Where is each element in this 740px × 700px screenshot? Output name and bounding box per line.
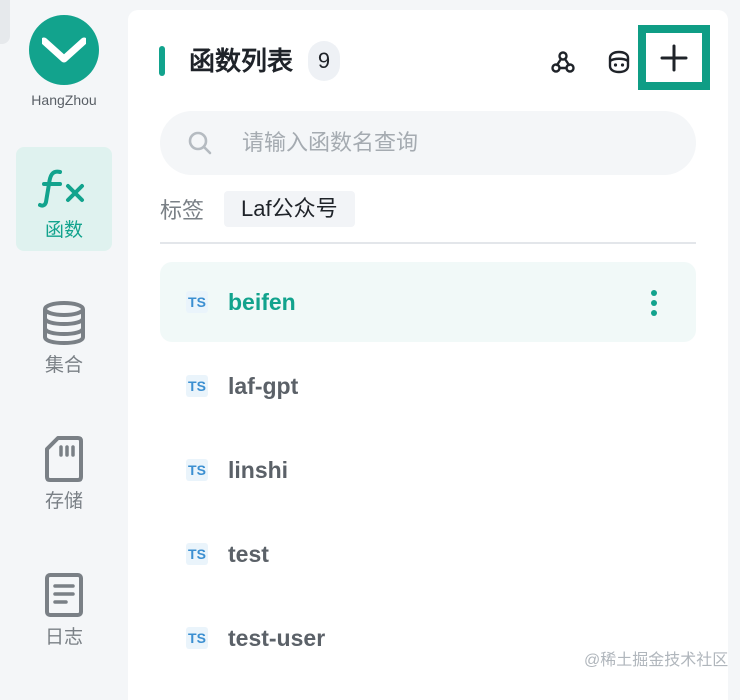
plus-icon xyxy=(660,44,688,71)
function-name: test xyxy=(228,540,269,567)
typescript-icon: TS xyxy=(186,291,208,313)
function-name: test-user xyxy=(228,624,326,651)
nav-label: 函数 xyxy=(44,220,83,241)
nav-item-functions[interactable]: 函数 xyxy=(16,147,112,251)
function-name: laf-gpt xyxy=(228,372,299,399)
webhook-icon xyxy=(551,51,575,73)
function-list-panel: 函数列表 9 标签 Laf公众号 TS b xyxy=(128,10,728,700)
function-list: TS beifen TS laf-gpt TS linshi TS test T… xyxy=(160,262,696,682)
search-input[interactable] xyxy=(240,129,644,157)
search-icon xyxy=(188,131,212,155)
tags-label: 标签 xyxy=(160,198,205,223)
tag-filter[interactable]: Laf公众号 xyxy=(224,191,355,227)
watermark: @稀土掘金技术社区 xyxy=(584,652,729,669)
logo-mark-icon xyxy=(42,37,86,63)
add-function-button[interactable] xyxy=(638,25,710,90)
storage-card-icon xyxy=(44,436,84,482)
webhook-button[interactable] xyxy=(549,48,577,76)
rail-edge xyxy=(0,0,10,44)
divider xyxy=(160,242,696,244)
typescript-icon: TS xyxy=(186,459,208,481)
nav-item-collections[interactable]: 集合 xyxy=(16,282,112,386)
typescript-icon: TS xyxy=(186,543,208,565)
function-name: beifen xyxy=(228,288,296,315)
nav-item-storage[interactable]: 存储 xyxy=(16,418,112,522)
function-item[interactable]: TS test xyxy=(160,514,696,594)
function-search-box[interactable] xyxy=(160,111,696,175)
ai-robot-icon xyxy=(608,50,630,74)
function-name: linshi xyxy=(228,456,289,483)
nav-label: 存储 xyxy=(44,491,83,512)
ai-assistant-button[interactable] xyxy=(605,48,633,76)
function-icon xyxy=(38,165,90,211)
database-icon xyxy=(41,300,87,346)
laf-logo[interactable] xyxy=(29,15,99,85)
function-item[interactable]: TS linshi xyxy=(160,430,696,510)
log-document-icon xyxy=(44,572,84,618)
region-label: HangZhou xyxy=(31,92,97,108)
sidebar: HangZhou 函数 集合 存储 日志 xyxy=(0,0,128,686)
function-item[interactable]: TS laf-gpt xyxy=(160,346,696,426)
panel-title: 函数列表 xyxy=(189,46,294,76)
nav-label: 集合 xyxy=(44,355,83,376)
function-count-badge: 9 xyxy=(308,41,340,81)
title-accent-bar xyxy=(159,46,165,76)
nav-label: 日志 xyxy=(44,627,83,648)
function-item[interactable]: TS beifen xyxy=(160,262,696,342)
typescript-icon: TS xyxy=(186,375,208,397)
typescript-icon: TS xyxy=(186,627,208,649)
more-options-icon[interactable] xyxy=(650,290,658,316)
nav-item-logs[interactable]: 日志 xyxy=(16,554,112,658)
